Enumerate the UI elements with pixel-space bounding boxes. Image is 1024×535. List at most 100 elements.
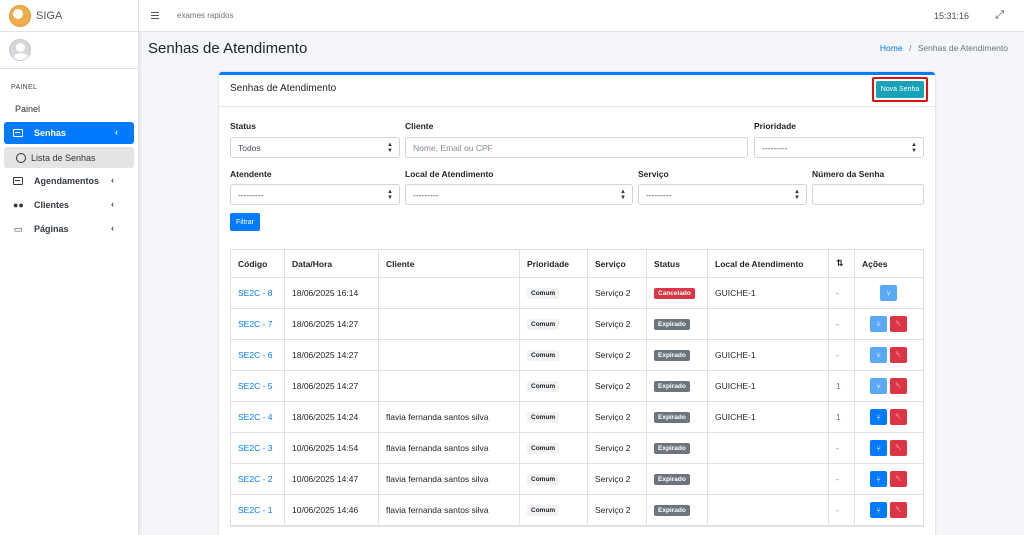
atendente-select[interactable]: --------- ▲ ▼ [230, 184, 400, 205]
filtrar-button[interactable]: Filtrar [230, 213, 260, 231]
cell-count: 1 [829, 371, 855, 401]
cell-status: Expirado [647, 495, 708, 525]
nav-header: PAINEL [11, 84, 38, 91]
status-select-value: Todos [238, 142, 261, 153]
cell-acoes: ⑂ ␡ [855, 433, 925, 463]
prioridade-badge: Comum [527, 380, 560, 392]
trash-icon[interactable]: ␡ [890, 378, 907, 394]
codigo-link[interactable]: SE2C - 3 [238, 443, 273, 453]
cell-count: - [829, 464, 855, 494]
cell-count: - [829, 340, 855, 370]
servico-select[interactable]: --------- ▲ ▼ [638, 184, 807, 205]
status-badge: Expirado [654, 473, 690, 485]
circle-icon [16, 152, 26, 163]
col-servico[interactable]: Serviço [588, 250, 647, 277]
cell-codigo: SE2C - 7 [231, 309, 285, 339]
numero-input[interactable] [812, 184, 924, 205]
table-header-row: Código Data/Hora Cliente Prioridade Serv… [231, 250, 923, 278]
codigo-link[interactable]: SE2C - 7 [238, 319, 273, 329]
codigo-link[interactable]: SE2C - 4 [238, 412, 273, 422]
col-status[interactable]: Status [647, 250, 708, 277]
share-icon[interactable]: ⑂ [870, 471, 887, 487]
sidebar-item-senhas[interactable]: Senhas ‹ [4, 122, 134, 144]
col-datahora[interactable]: Data/Hora [285, 250, 379, 277]
cell-acoes: ⑂ [855, 278, 925, 308]
datahora-text: 18/06/2025 14:27 [292, 319, 359, 329]
chamadas-count: - [836, 443, 839, 453]
hamburger-menu-icon[interactable] [151, 12, 159, 19]
trash-icon[interactable]: ␡ [890, 502, 907, 518]
codigo-link[interactable]: SE2C - 1 [238, 505, 273, 515]
codigo-link[interactable]: SE2C - 5 [238, 381, 273, 391]
status-badge: Expirado [654, 504, 690, 516]
trash-icon[interactable]: ␡ [890, 440, 907, 456]
sidebar-item-lista-de-senhas[interactable]: Lista de Senhas [4, 147, 134, 168]
brand-link[interactable]: SIGA [0, 0, 138, 32]
cell-servico: Serviço 2 [588, 340, 647, 370]
cell-cliente [379, 309, 520, 339]
local-select[interactable]: --------- ▲ ▼ [405, 184, 633, 205]
sidebar-item-agendamentos[interactable]: Agendamentos ‹ [4, 171, 134, 191]
share-icon[interactable]: ⑂ [870, 347, 887, 363]
cell-cliente: flavia fernanda santos silva [379, 495, 520, 525]
breadcrumb-home-link[interactable]: Home [880, 43, 903, 53]
table-row: SE2C - 5 18/06/2025 14:27 Comum Serviço 2 Ex… [231, 371, 923, 402]
servico-text: Serviço 2 [595, 288, 631, 298]
cell-status: Expirado [647, 309, 708, 339]
sidebar-item-clientes[interactable]: ●● Clientes ‹ [4, 195, 134, 215]
codigo-link[interactable]: SE2C - 6 [238, 350, 273, 360]
cell-codigo: SE2C - 5 [231, 371, 285, 401]
status-select[interactable]: Todos ▲ ▼ [230, 137, 400, 158]
trash-icon[interactable]: ␡ [890, 347, 907, 363]
col-codigo[interactable]: Código [231, 250, 285, 277]
breadcrumb: Home / Senhas de Atendimento [880, 43, 1008, 53]
cell-status: Cancelado [647, 278, 708, 308]
codigo-link[interactable]: SE2C - 2 [238, 474, 273, 484]
share-icon[interactable]: ⑂ [880, 285, 897, 301]
nova-senha-button[interactable]: Nova Senha [876, 81, 924, 98]
cell-prioridade: Comum [520, 340, 588, 370]
datahora-text: 10/06/2025 14:46 [292, 505, 359, 515]
cell-acoes: ⑂ ␡ [855, 340, 925, 370]
cell-servico: Serviço 2 [588, 278, 647, 308]
cell-servico: Serviço 2 [588, 371, 647, 401]
prioridade-select-value: --------- [762, 142, 788, 153]
chamadas-count: 1 [836, 412, 841, 422]
fullscreen-icon[interactable]: ⤢ [995, 9, 1004, 22]
sidebar-item-paginas[interactable]: ▭ Páginas ‹ [4, 219, 134, 239]
cell-cliente: flavia fernanda santos silva [379, 464, 520, 494]
col-local[interactable]: Local de Atendimento [708, 250, 829, 277]
highlight-box: Nova Senha [872, 77, 928, 102]
cell-prioridade: Comum [520, 402, 588, 432]
select-arrows-icon: ▲ ▼ [387, 189, 393, 201]
sidebar-item-painel[interactable]: Painel [15, 104, 40, 114]
codigo-link[interactable]: SE2C - 8 [238, 288, 273, 298]
share-icon[interactable]: ⑂ [870, 409, 887, 425]
cell-local: GUICHE-1 [708, 402, 829, 432]
share-icon[interactable]: ⑂ [870, 440, 887, 456]
servico-text: Serviço 2 [595, 412, 631, 422]
col-prioridade[interactable]: Prioridade [520, 250, 588, 277]
top-nav-link[interactable]: exames rapidos [177, 11, 233, 20]
share-icon[interactable]: ⑂ [870, 316, 887, 332]
cell-cliente: flavia fernanda santos silva [379, 433, 520, 463]
share-icon[interactable]: ⑂ [870, 378, 887, 394]
col-chamadas[interactable]: ⇅ [829, 250, 855, 277]
share-icon[interactable]: ⑂ [870, 502, 887, 518]
trash-icon[interactable]: ␡ [890, 471, 907, 487]
cliente-input[interactable]: Nome, Email ou CPF [405, 137, 748, 158]
prioridade-badge: Comum [527, 349, 560, 361]
servico-text: Serviço 2 [595, 350, 631, 360]
prioridade-badge: Comum [527, 411, 560, 423]
shuffle-icon: ⇅ [836, 258, 844, 268]
trash-icon[interactable]: ␡ [890, 316, 907, 332]
col-cliente[interactable]: Cliente [379, 250, 520, 277]
cell-status: Expirado [647, 340, 708, 370]
senhas-table: Código Data/Hora Cliente Prioridade Serv… [230, 249, 924, 527]
user-avatar-icon[interactable] [9, 39, 31, 61]
cell-status: Expirado [647, 464, 708, 494]
table-row: SE2C - 4 18/06/2025 14:24 flavia fernanda … [231, 402, 923, 433]
numero-label: Número da Senha [812, 169, 885, 179]
prioridade-select[interactable]: --------- ▲ ▼ [754, 137, 924, 158]
trash-icon[interactable]: ␡ [890, 409, 907, 425]
